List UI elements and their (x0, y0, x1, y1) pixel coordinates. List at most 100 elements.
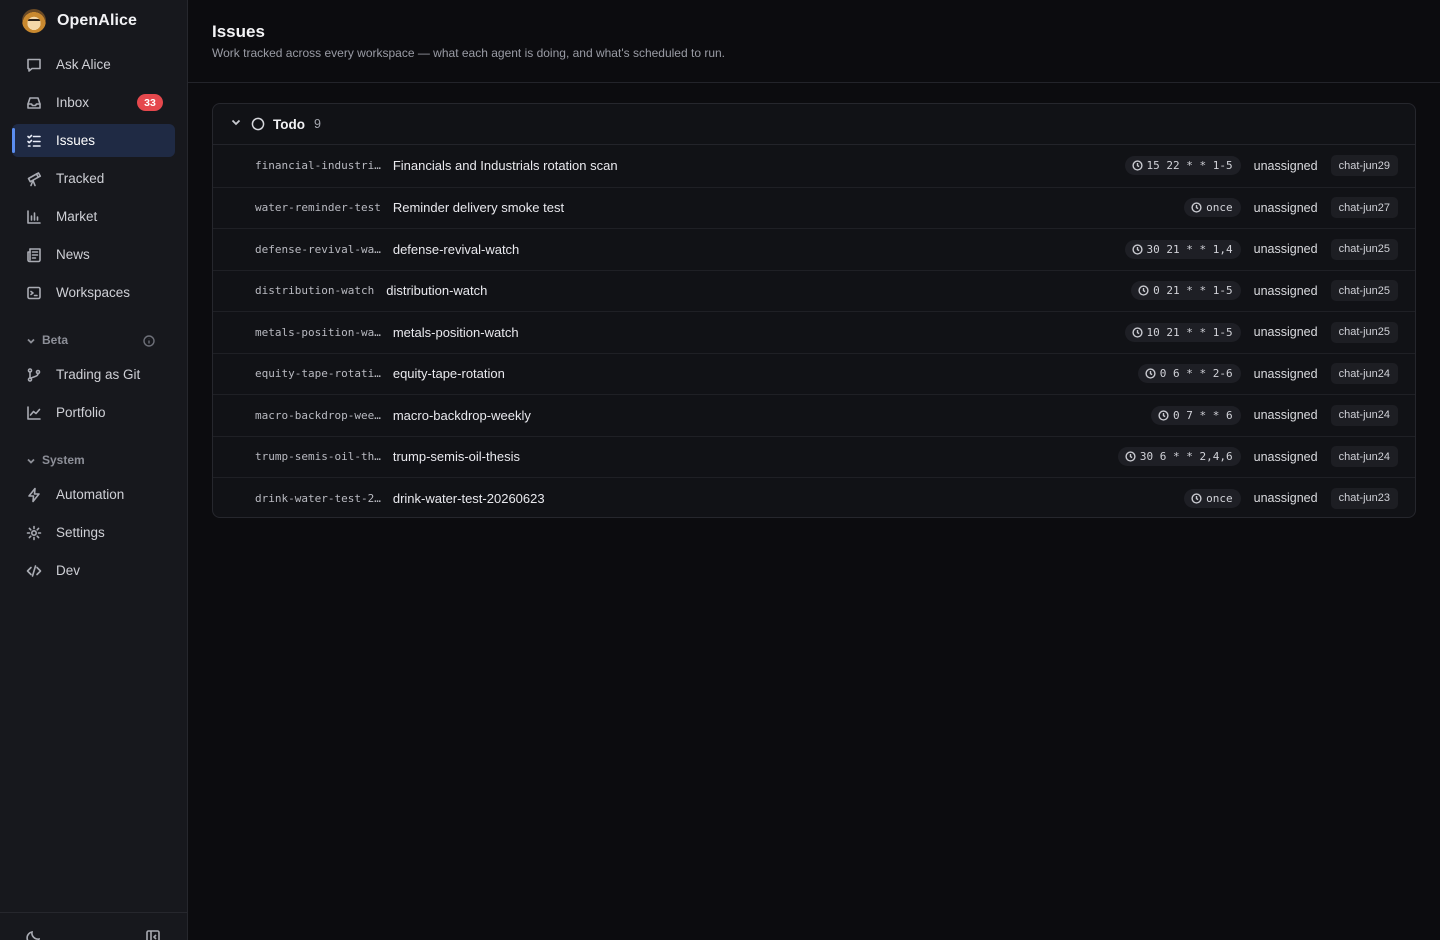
issue-title: defense-revival-watch (392, 241, 520, 257)
assignee[interactable]: unassigned (1254, 367, 1318, 381)
line-chart-icon (25, 404, 43, 422)
issue-title: Financials and Industrials rotation scan (392, 158, 618, 174)
workspace-tag[interactable]: chat-jun25 (1330, 280, 1398, 302)
sidebar-item-label: Market (56, 209, 98, 224)
issue-row[interactable]: macro-backdrop-wee… macro-backdrop-weekl… (213, 394, 1415, 436)
clock-icon (1145, 368, 1156, 379)
issue-meta: 0 6 * * 2-6 unassigned chat-jun24 (1137, 354, 1398, 395)
main-content: Issues Work tracked across every workspa… (188, 0, 1440, 940)
schedule-pill: once (1184, 488, 1241, 508)
issue-id: financial-industri… (255, 159, 381, 173)
issue-title: macro-backdrop-weekly (392, 407, 531, 423)
issue-title: Reminder delivery smoke test (392, 200, 565, 216)
inbox-icon (25, 94, 43, 112)
sidebar-item-trading-as-git[interactable]: Trading as Git (12, 358, 175, 391)
sidebar-item-ask-alice[interactable]: Ask Alice (12, 48, 175, 81)
section-system-label: System (42, 453, 85, 467)
bar-chart-icon (25, 208, 43, 226)
assignee[interactable]: unassigned (1254, 201, 1318, 215)
issue-id: macro-backdrop-wee… (255, 408, 381, 422)
issue-title: trump-semis-oil-thesis (392, 449, 520, 465)
moon-icon[interactable] (26, 929, 42, 940)
clock-icon (1138, 285, 1149, 296)
issue-row[interactable]: water-reminder-test Reminder delivery sm… (213, 186, 1415, 229)
sidebar: OpenAlice Ask Alice Inbox 33 Issues Trac… (0, 0, 188, 940)
sidebar-item-label: Dev (56, 563, 81, 578)
sidebar-item-dev[interactable]: Dev (12, 554, 175, 587)
telescope-icon (25, 170, 43, 188)
assignee[interactable]: unassigned (1254, 284, 1318, 298)
gear-icon (25, 524, 43, 542)
clock-icon (1131, 244, 1143, 255)
issue-row[interactable]: drink-water-test-2… drink-water-test-202… (213, 477, 1415, 517)
workspace-tag[interactable]: chat-jun27 (1330, 197, 1398, 219)
issue-group-todo: Todo 9 financial-industri… Financials an… (212, 103, 1416, 518)
workspace-tag[interactable]: chat-jun29 (1330, 155, 1398, 177)
assignee[interactable]: unassigned (1254, 491, 1318, 505)
issue-list: financial-industri… Financials and Indus… (213, 145, 1415, 517)
chevron-down-icon (26, 335, 36, 345)
issue-meta: once unassigned chat-jun27 (1184, 188, 1398, 229)
openalice-logo-icon (22, 9, 46, 33)
checklist-icon (25, 132, 43, 150)
section-beta-toggle[interactable]: Beta (26, 332, 68, 348)
sidebar-item-market[interactable]: Market (12, 200, 175, 233)
schedule-text: once (1206, 491, 1233, 505)
issue-id: water-reminder-test (255, 201, 381, 215)
sidebar-item-label: Inbox (56, 95, 90, 110)
assignee[interactable]: unassigned (1254, 325, 1318, 339)
assignee[interactable]: unassigned (1254, 450, 1318, 464)
workspace-tag[interactable]: chat-jun24 (1330, 446, 1398, 468)
schedule-text: 30 21 * * 1,4 (1146, 242, 1233, 256)
schedule-text: 10 21 * * 1-5 (1146, 325, 1233, 339)
issue-meta: 10 21 * * 1-5 unassigned chat-jun25 (1124, 312, 1398, 353)
sidebar-item-issues[interactable]: Issues (12, 124, 175, 157)
workspace-tag[interactable]: chat-jun23 (1330, 487, 1398, 509)
issue-title: drink-water-test-20260623 (392, 490, 545, 506)
sidebar-item-label: Issues (56, 133, 96, 148)
schedule-pill: 30 6 * * 2,4,6 (1117, 447, 1241, 467)
issue-id: distribution-watch (255, 284, 375, 298)
assignee[interactable]: unassigned (1254, 408, 1318, 422)
workspace-tag[interactable]: chat-jun24 (1330, 363, 1398, 385)
chat-bubble-icon (25, 56, 43, 74)
sidebar-item-settings[interactable]: Settings (12, 516, 175, 549)
workspace-tag[interactable]: chat-jun25 (1330, 238, 1398, 260)
workspace-tag[interactable]: chat-jun24 (1330, 404, 1398, 426)
clock-icon (1131, 327, 1143, 338)
collapse-sidebar-icon[interactable] (145, 929, 161, 940)
chevron-down-icon (26, 455, 36, 465)
group-header-todo[interactable]: Todo 9 (213, 104, 1415, 145)
schedule-text: 0 21 * * 1-5 (1153, 284, 1233, 298)
schedule-pill: once (1184, 198, 1241, 218)
section-system-toggle[interactable]: System (26, 452, 85, 468)
sidebar-item-automation[interactable]: Automation (12, 478, 175, 511)
schedule-pill: 15 22 * * 1-5 (1124, 156, 1241, 176)
issue-id: metals-position-wa… (255, 325, 381, 339)
clock-icon (1191, 202, 1202, 213)
schedule-pill: 30 21 * * 1,4 (1124, 239, 1241, 259)
issue-title: metals-position-watch (392, 324, 519, 340)
sidebar-item-tracked[interactable]: Tracked (12, 162, 175, 195)
assignee[interactable]: unassigned (1254, 159, 1318, 173)
assignee[interactable]: unassigned (1254, 242, 1318, 256)
page-subtitle: Work tracked across every workspace — wh… (212, 46, 725, 60)
issue-row[interactable]: trump-semis-oil-th… trump-semis-oil-thes… (213, 435, 1415, 478)
code-icon (25, 562, 43, 580)
issue-row[interactable]: metals-position-wa… metals-position-watc… (213, 311, 1415, 353)
sidebar-item-workspaces[interactable]: Workspaces (12, 276, 175, 309)
sidebar-item-label: Portfolio (56, 405, 106, 420)
issue-row[interactable]: defense-revival-wa… defense-revival-watc… (213, 228, 1415, 270)
issue-row[interactable]: distribution-watch distribution-watch 0 … (213, 269, 1415, 312)
sidebar-item-inbox[interactable]: Inbox 33 (12, 86, 175, 119)
workspace-tag[interactable]: chat-jun25 (1330, 321, 1398, 343)
issue-row[interactable]: financial-industri… Financials and Indus… (213, 145, 1415, 187)
sidebar-item-news[interactable]: News (12, 238, 175, 271)
issue-row[interactable]: equity-tape-rotati… equity-tape-rotation… (213, 352, 1415, 395)
issue-meta: 0 21 * * 1-5 unassigned chat-jun25 (1131, 271, 1398, 312)
page-header: Issues Work tracked across every workspa… (188, 0, 1440, 83)
schedule-text: 0 7 * * 6 (1173, 408, 1233, 422)
brand[interactable]: OpenAlice (22, 8, 137, 34)
info-icon[interactable] (143, 334, 155, 347)
sidebar-item-portfolio[interactable]: Portfolio (12, 396, 175, 429)
